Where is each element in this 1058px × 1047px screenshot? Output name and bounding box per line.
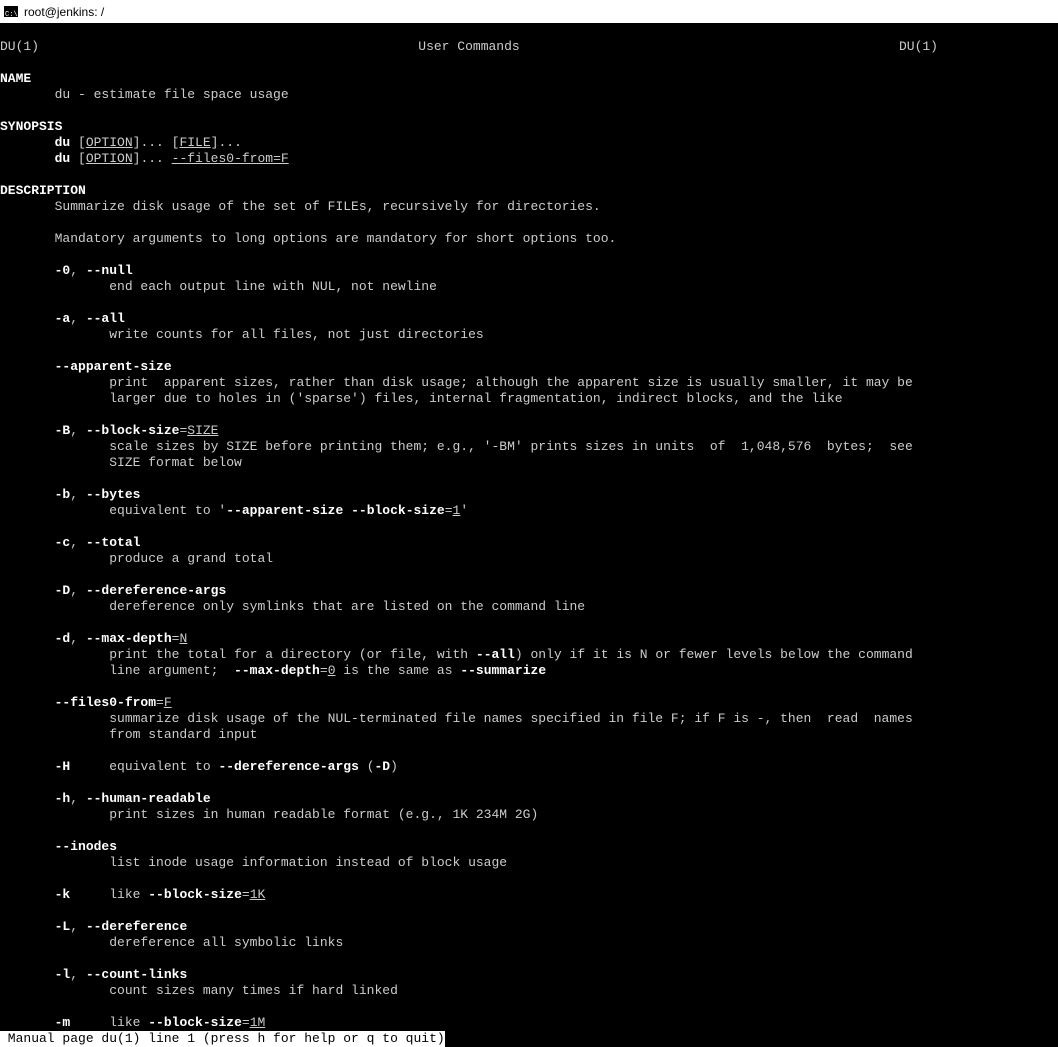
opt-k-arg: 1K (250, 887, 266, 902)
opt-H-post2: ) (390, 759, 398, 774)
opt-d-arg: N (179, 631, 187, 646)
opt-0-long: --null (86, 263, 133, 278)
man-body: NAME du - estimate file space usage SYNO… (0, 71, 1058, 1031)
opt-inodes-long: --inodes (55, 839, 117, 854)
opt-k-flag: -k (55, 887, 71, 902)
opt-c-desc: produce a grand total (109, 551, 273, 566)
opt-apparent-long: --apparent-size (55, 359, 172, 374)
opt-b-mid (343, 503, 351, 518)
opt-0-desc: end each output line with NUL, not newli… (109, 279, 437, 294)
opt-l-long: --count-links (86, 967, 187, 982)
opt-d-flag: -d (55, 631, 71, 646)
syn2-cmd: du (55, 151, 71, 166)
terminal-icon (4, 6, 18, 17)
opt-b-long: --bytes (86, 487, 141, 502)
opt-l-flag: -l (55, 967, 71, 982)
opt-k-pre: like (109, 887, 148, 902)
section-description-hdr: DESCRIPTION (0, 183, 86, 198)
man-header: DU(1) User Commands DU(1) (0, 39, 1058, 55)
opt-d-d2c: is the same as (336, 663, 461, 678)
syn2-option: OPTION (86, 151, 133, 166)
section-name-hdr: NAME (0, 71, 31, 86)
opt-H-post: ( (359, 759, 375, 774)
terminal-content[interactable]: DU(1) User Commands DU(1) NAME du - estima… (0, 23, 1058, 1047)
opt-d-d2b: --max-depth (234, 663, 320, 678)
opt-H-bold: --dereference-args (218, 759, 358, 774)
opt-inodes-desc: list inode usage information instead of … (109, 855, 507, 870)
opt-d-d1a: print the total for a directory (or file… (109, 647, 476, 662)
opt-d-d2arg: 0 (328, 663, 336, 678)
opt-H-bold2: -D (375, 759, 391, 774)
opt-files0-d2: from standard input (109, 727, 257, 742)
opt-m-pre: like (109, 1015, 148, 1030)
opt-b-pre: equivalent to ' (109, 503, 226, 518)
man-header-left: DU(1) (0, 39, 39, 55)
man-header-center: User Commands (418, 39, 519, 55)
syn1-cmd: du (55, 135, 71, 150)
opt-d-long: --max-depth (86, 631, 172, 646)
opt-files0-long: --files0-from (55, 695, 156, 710)
window-title: root@jenkins: / (24, 4, 104, 20)
desc-p1: Summarize disk usage of the set of FILEs… (55, 199, 601, 214)
opt-a-flag: -a (55, 311, 71, 326)
opt-h-desc: print sizes in human readable format (e.… (109, 807, 538, 822)
syn2-files0: --files0-from=F (172, 151, 289, 166)
opt-0-flag: -0 (55, 263, 71, 278)
opt-B-arg: SIZE (187, 423, 218, 438)
section-synopsis-hdr: SYNOPSIS (0, 119, 62, 134)
opt-B-flag: -B (55, 423, 71, 438)
syn1-option: OPTION (86, 135, 133, 150)
opt-k-bold: --block-size (148, 887, 242, 902)
opt-d-d2a: line argument; (109, 663, 234, 678)
opt-b-b1: --apparent-size (226, 503, 343, 518)
opt-m-bold: --block-size (148, 1015, 242, 1030)
opt-apparent-d1: print apparent sizes, rather than disk u… (109, 375, 913, 390)
opt-files0-d1: summarize disk usage of the NUL-terminat… (109, 711, 913, 726)
opt-H-pre: equivalent to (109, 759, 218, 774)
opt-c-long: --total (86, 535, 141, 550)
name-line: du - estimate file space usage (55, 87, 289, 102)
opt-files0-arg: F (164, 695, 172, 710)
pager-status-line: Manual page du(1) line 1 (press h for he… (0, 1031, 445, 1047)
opt-D-flag: -D (55, 583, 71, 598)
opt-L-long: --dereference (86, 919, 187, 934)
opt-B-d2: SIZE format below (109, 455, 242, 470)
opt-L-desc: dereference all symbolic links (109, 935, 343, 950)
opt-b-post: ' (460, 503, 468, 518)
opt-B-d1: scale sizes by SIZE before printing them… (109, 439, 913, 454)
opt-k-eq: = (242, 887, 250, 902)
opt-d-d1b: --all (476, 647, 515, 662)
opt-c-flag: -c (55, 535, 71, 550)
opt-a-desc: write counts for all files, not just dir… (109, 327, 483, 342)
opt-D-desc: dereference only symlinks that are liste… (109, 599, 585, 614)
opt-apparent-d2: larger due to holes in ('sparse') files,… (109, 391, 842, 406)
opt-m-arg: 1M (250, 1015, 266, 1030)
opt-b-flag: -b (55, 487, 71, 502)
opt-d-d2d: --summarize (460, 663, 546, 678)
opt-B-long: --block-size (86, 423, 180, 438)
opt-D-long: --dereference-args (86, 583, 226, 598)
desc-p2: Mandatory arguments to long options are … (55, 231, 617, 246)
man-header-right: DU(1) (899, 39, 938, 55)
syn1-file: FILE (179, 135, 210, 150)
opt-L-flag: -L (55, 919, 71, 934)
window-titlebar: root@jenkins: / (0, 0, 1058, 23)
opt-a-long: --all (86, 311, 125, 326)
opt-h-long: --human-readable (86, 791, 211, 806)
opt-b-eq: = (445, 503, 453, 518)
opt-d-d1c: ) only if it is N or fewer levels below … (515, 647, 913, 662)
opt-m-eq: = (242, 1015, 250, 1030)
opt-m-flag: -m (55, 1015, 71, 1030)
opt-l-desc: count sizes many times if hard linked (109, 983, 398, 998)
opt-h-flag: -h (55, 791, 71, 806)
opt-b-b2: --block-size (351, 503, 445, 518)
opt-d-d2eq: = (320, 663, 328, 678)
opt-H-flag: -H (55, 759, 71, 774)
